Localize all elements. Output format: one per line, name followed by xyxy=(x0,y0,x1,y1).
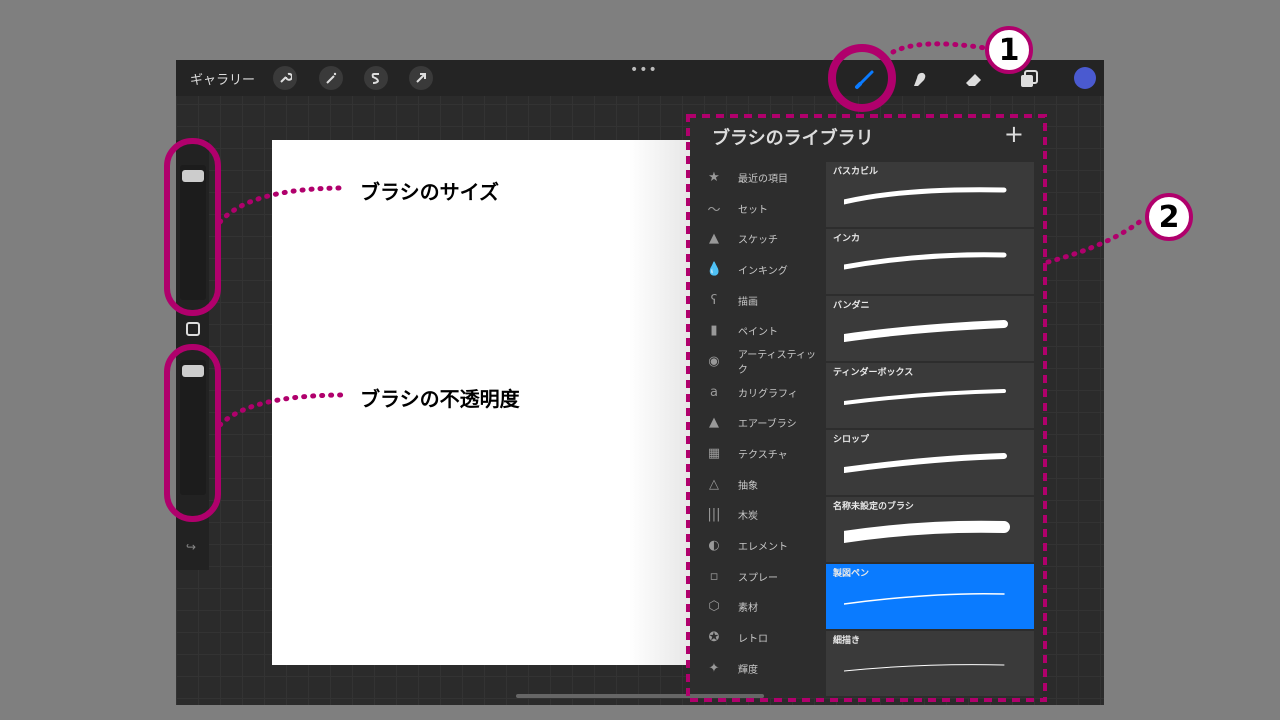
annotation-overlay xyxy=(164,41,1145,702)
opacity-leader-line xyxy=(217,392,348,428)
size-slider-highlight xyxy=(164,138,221,316)
brush-size-callout: ブラシのサイズ xyxy=(360,180,499,204)
size-leader-line xyxy=(217,185,348,225)
badge1-leader-line xyxy=(890,41,988,55)
opacity-slider-highlight xyxy=(164,344,221,522)
badge2-leader-line xyxy=(1045,217,1145,265)
brush-tool-highlight xyxy=(828,44,896,112)
badge-2: 2 xyxy=(1145,193,1193,241)
library-highlight xyxy=(686,114,1047,702)
badge-1: 1 xyxy=(985,26,1033,74)
brush-opacity-callout: ブラシの不透明度 xyxy=(360,387,520,411)
